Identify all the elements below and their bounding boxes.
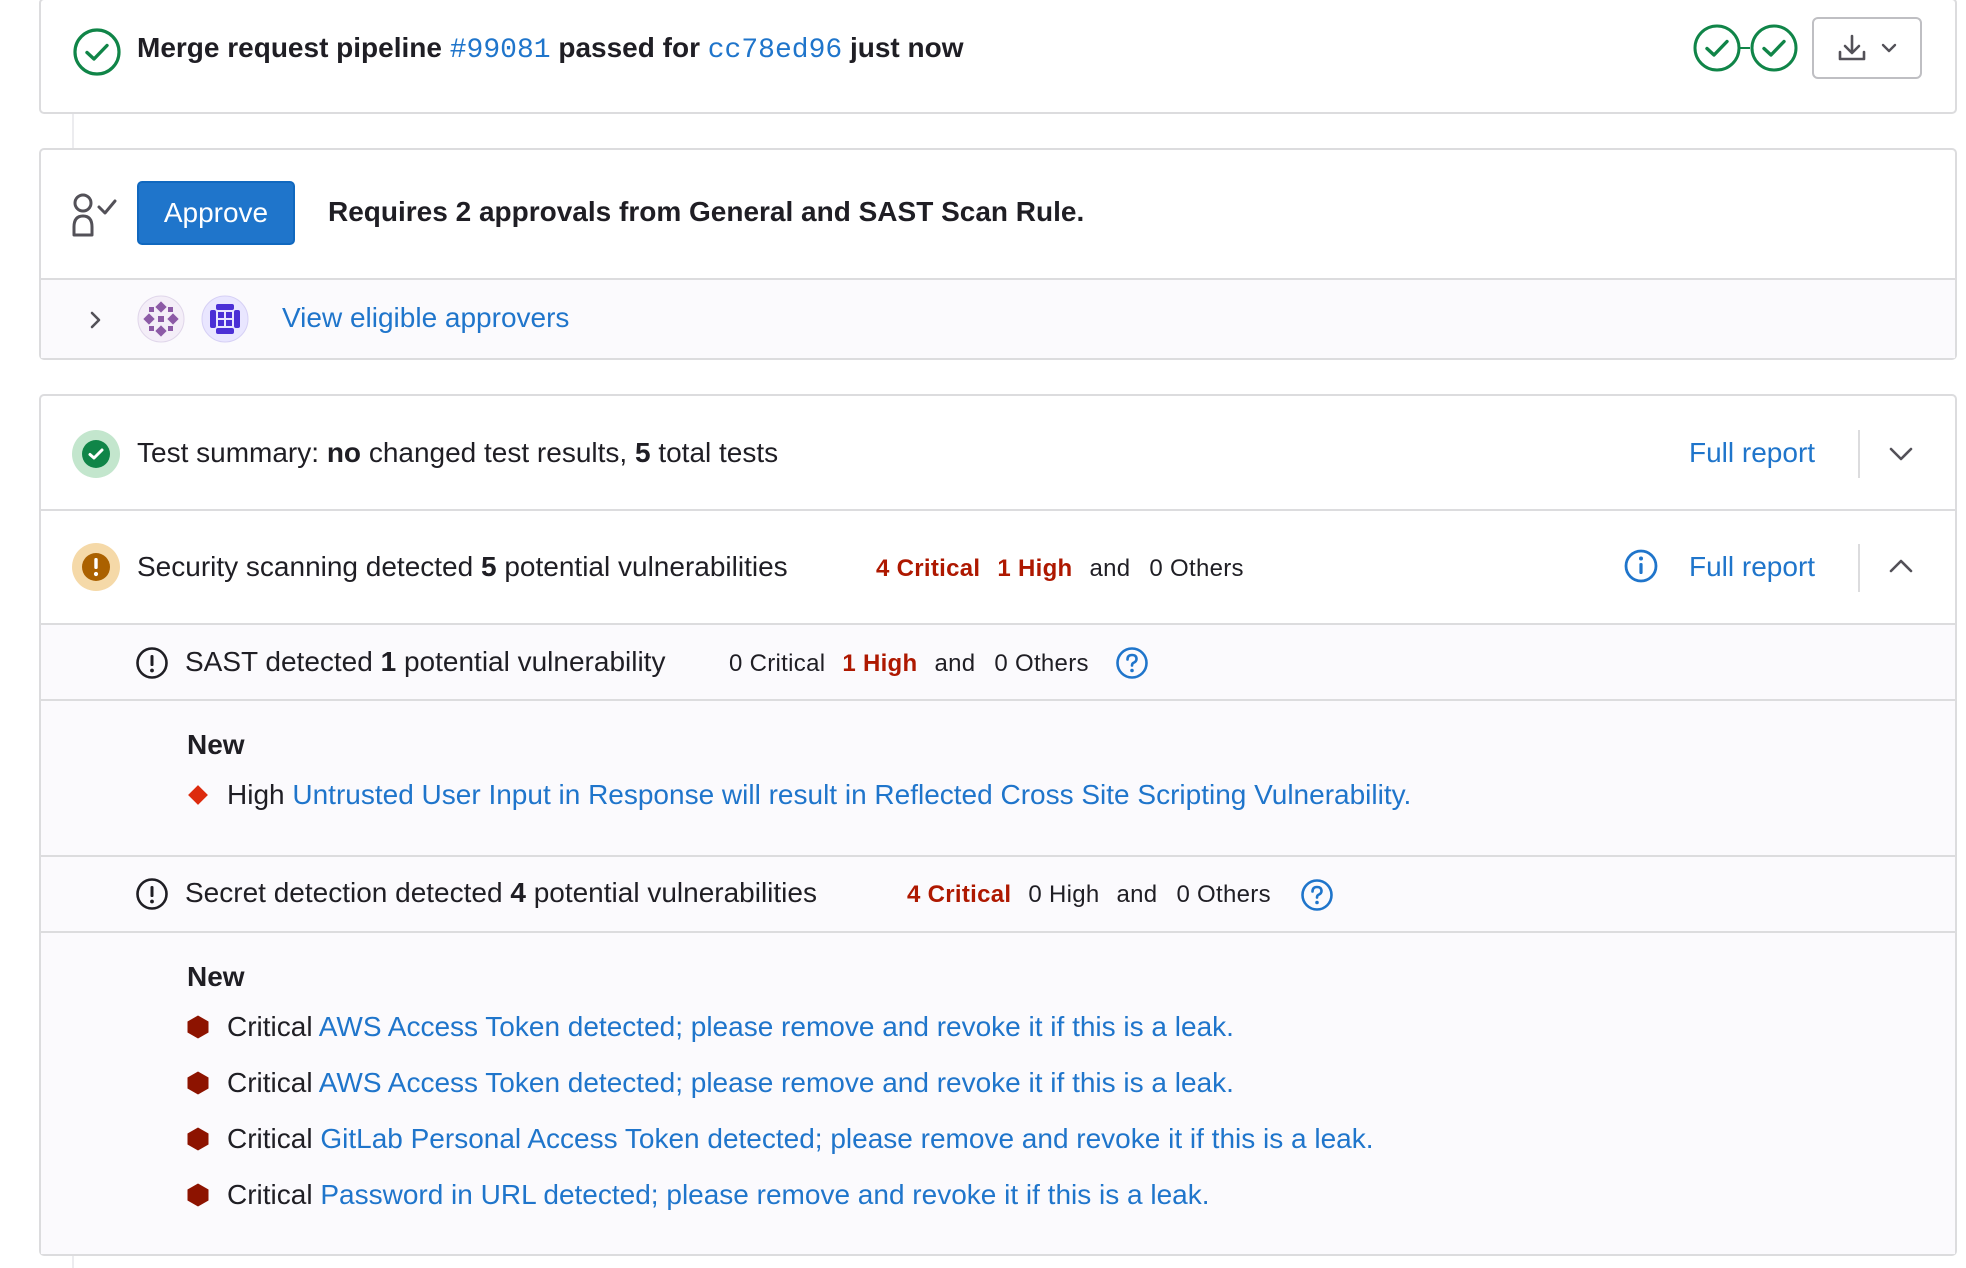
sast-critical-count: 0 Critical bbox=[729, 650, 826, 677]
test-summary-suffix: total tests bbox=[658, 437, 779, 468]
secret-summary-text: Secret detection detected 4 potential vu… bbox=[185, 877, 817, 909]
severity-high-icon bbox=[185, 782, 211, 808]
vulnerability-link[interactable]: AWS Access Token detected; please remove… bbox=[319, 1011, 1234, 1042]
secret-vuln-item: Critical AWS Access Token detected; plea… bbox=[227, 1011, 1234, 1043]
severity-label: Critical bbox=[227, 1067, 313, 1098]
approve-button[interactable]: Approve bbox=[137, 181, 295, 245]
test-summary-success-icon bbox=[72, 430, 120, 478]
test-summary-changed: no bbox=[326, 437, 362, 468]
secret-count: 4 bbox=[510, 877, 526, 908]
vulnerability-link[interactable]: Untrusted User Input in Response will re… bbox=[292, 779, 1411, 810]
approval-icon bbox=[69, 189, 125, 241]
pipeline-id-link[interactable]: #99081 bbox=[450, 35, 551, 66]
sast-summary-text: SAST detected 1 potential vulnerability bbox=[185, 646, 665, 678]
download-artifacts-dropdown[interactable] bbox=[1812, 17, 1922, 79]
pipeline-prefix: Merge request pipeline bbox=[137, 32, 442, 63]
vulnerability-link[interactable]: GitLab Personal Access Token detected; p… bbox=[320, 1123, 1373, 1154]
severity-label: Critical bbox=[227, 1123, 313, 1154]
secret-severity-counts: 4 Critical 0 High and 0 Others bbox=[907, 881, 1271, 909]
view-eligible-approvers-link[interactable]: View eligible approvers bbox=[282, 302, 569, 334]
secret-new-heading: New bbox=[187, 961, 245, 992]
secret-and: and bbox=[1116, 881, 1158, 908]
security-severity-counts: 4 Critical 1 High and 0 Others bbox=[876, 555, 1244, 583]
help-icon[interactable] bbox=[1300, 878, 1334, 912]
secret-high-count: 0 High bbox=[1028, 881, 1100, 908]
secret-prefix: Secret detection detected bbox=[185, 877, 503, 908]
chevron-right-icon[interactable] bbox=[84, 309, 106, 331]
avatar[interactable] bbox=[137, 295, 185, 343]
test-summary-label: Test summary: bbox=[137, 437, 320, 468]
sast-vuln-item: High Untrusted User Input in Response wi… bbox=[227, 779, 1411, 811]
approve-button-label: Approve bbox=[163, 197, 269, 228]
approval-requirement: Requires 2 approvals from General and SA… bbox=[328, 196, 1085, 227]
security-warning-icon bbox=[72, 543, 120, 591]
chevron-up-icon[interactable] bbox=[1886, 551, 1916, 581]
info-icon[interactable] bbox=[1623, 548, 1659, 584]
test-summary-total: 5 bbox=[634, 437, 651, 468]
test-full-report-link[interactable]: Full report bbox=[1689, 437, 1815, 469]
test-summary-mid: changed test results, bbox=[368, 437, 628, 468]
pipeline-suffix: just now bbox=[849, 32, 964, 63]
severity-label: Critical bbox=[227, 1179, 313, 1210]
sast-high-count: 1 High bbox=[842, 650, 918, 677]
sast-prefix: SAST detected bbox=[185, 646, 373, 677]
security-and: and bbox=[1089, 555, 1131, 582]
severity-critical-icon bbox=[185, 1014, 211, 1040]
secret-critical-count: 4 Critical bbox=[907, 881, 1012, 908]
security-suffix: potential vulnerabilities bbox=[504, 551, 788, 582]
sast-and: and bbox=[934, 650, 976, 677]
help-icon[interactable] bbox=[1115, 646, 1149, 680]
pipeline-mid: passed for bbox=[558, 32, 700, 63]
sast-severity-counts: 0 Critical 1 High and 0 Others bbox=[729, 650, 1089, 678]
stage-success-icon[interactable] bbox=[1692, 23, 1742, 73]
security-others-count: 0 Others bbox=[1149, 555, 1244, 582]
severity-label: High bbox=[227, 779, 285, 810]
secret-suffix: potential vulnerabilities bbox=[533, 877, 817, 908]
security-summary-text: Security scanning detected 5 potential v… bbox=[137, 551, 788, 583]
sast-count: 1 bbox=[380, 646, 397, 677]
security-critical-count: 4 Critical bbox=[876, 555, 981, 582]
security-count: 5 bbox=[481, 551, 497, 582]
secret-vuln-item: Critical AWS Access Token detected; plea… bbox=[227, 1067, 1234, 1099]
severity-label: Critical bbox=[227, 1011, 313, 1042]
security-high-count: 1 High bbox=[997, 555, 1073, 582]
pipeline-card: Merge request pipeline #99081 passed for… bbox=[39, 0, 1957, 114]
stage-success-icon[interactable] bbox=[1749, 23, 1799, 73]
security-prefix: Security scanning detected bbox=[137, 551, 474, 582]
sast-suffix: potential vulnerability bbox=[403, 646, 666, 677]
reports-card: Test summary: no changed test results, 5… bbox=[39, 394, 1957, 1256]
secret-vuln-item: Critical Password in URL detected; pleas… bbox=[227, 1179, 1210, 1211]
sast-warning-icon bbox=[135, 646, 169, 680]
chevron-down-icon[interactable] bbox=[1886, 439, 1916, 469]
sast-others-count: 0 Others bbox=[994, 650, 1089, 677]
avatar[interactable] bbox=[201, 295, 249, 343]
status-success-icon[interactable] bbox=[72, 27, 122, 77]
secret-others-count: 0 Others bbox=[1176, 881, 1271, 908]
sast-new-heading: New bbox=[187, 729, 245, 760]
severity-critical-icon bbox=[185, 1070, 211, 1096]
secret-vuln-item: Critical GitLab Personal Access Token de… bbox=[227, 1123, 1374, 1155]
secret-warning-icon bbox=[135, 877, 169, 911]
vulnerability-link[interactable]: AWS Access Token detected; please remove… bbox=[319, 1067, 1234, 1098]
approval-card: Approve Requires 2 approvals from Genera… bbox=[39, 148, 1957, 360]
pipeline-status-text: Merge request pipeline #99081 passed for… bbox=[137, 32, 964, 66]
severity-critical-icon bbox=[185, 1126, 211, 1152]
vulnerability-link[interactable]: Password in URL detected; please remove … bbox=[320, 1179, 1209, 1210]
severity-critical-icon bbox=[185, 1182, 211, 1208]
download-icon bbox=[1838, 34, 1866, 61]
commit-sha-link[interactable]: cc78ed96 bbox=[708, 35, 842, 66]
security-full-report-link[interactable]: Full report bbox=[1689, 551, 1815, 583]
chevron-down-icon bbox=[1881, 43, 1897, 53]
test-summary-text: Test summary: no changed test results, 5… bbox=[137, 437, 778, 469]
